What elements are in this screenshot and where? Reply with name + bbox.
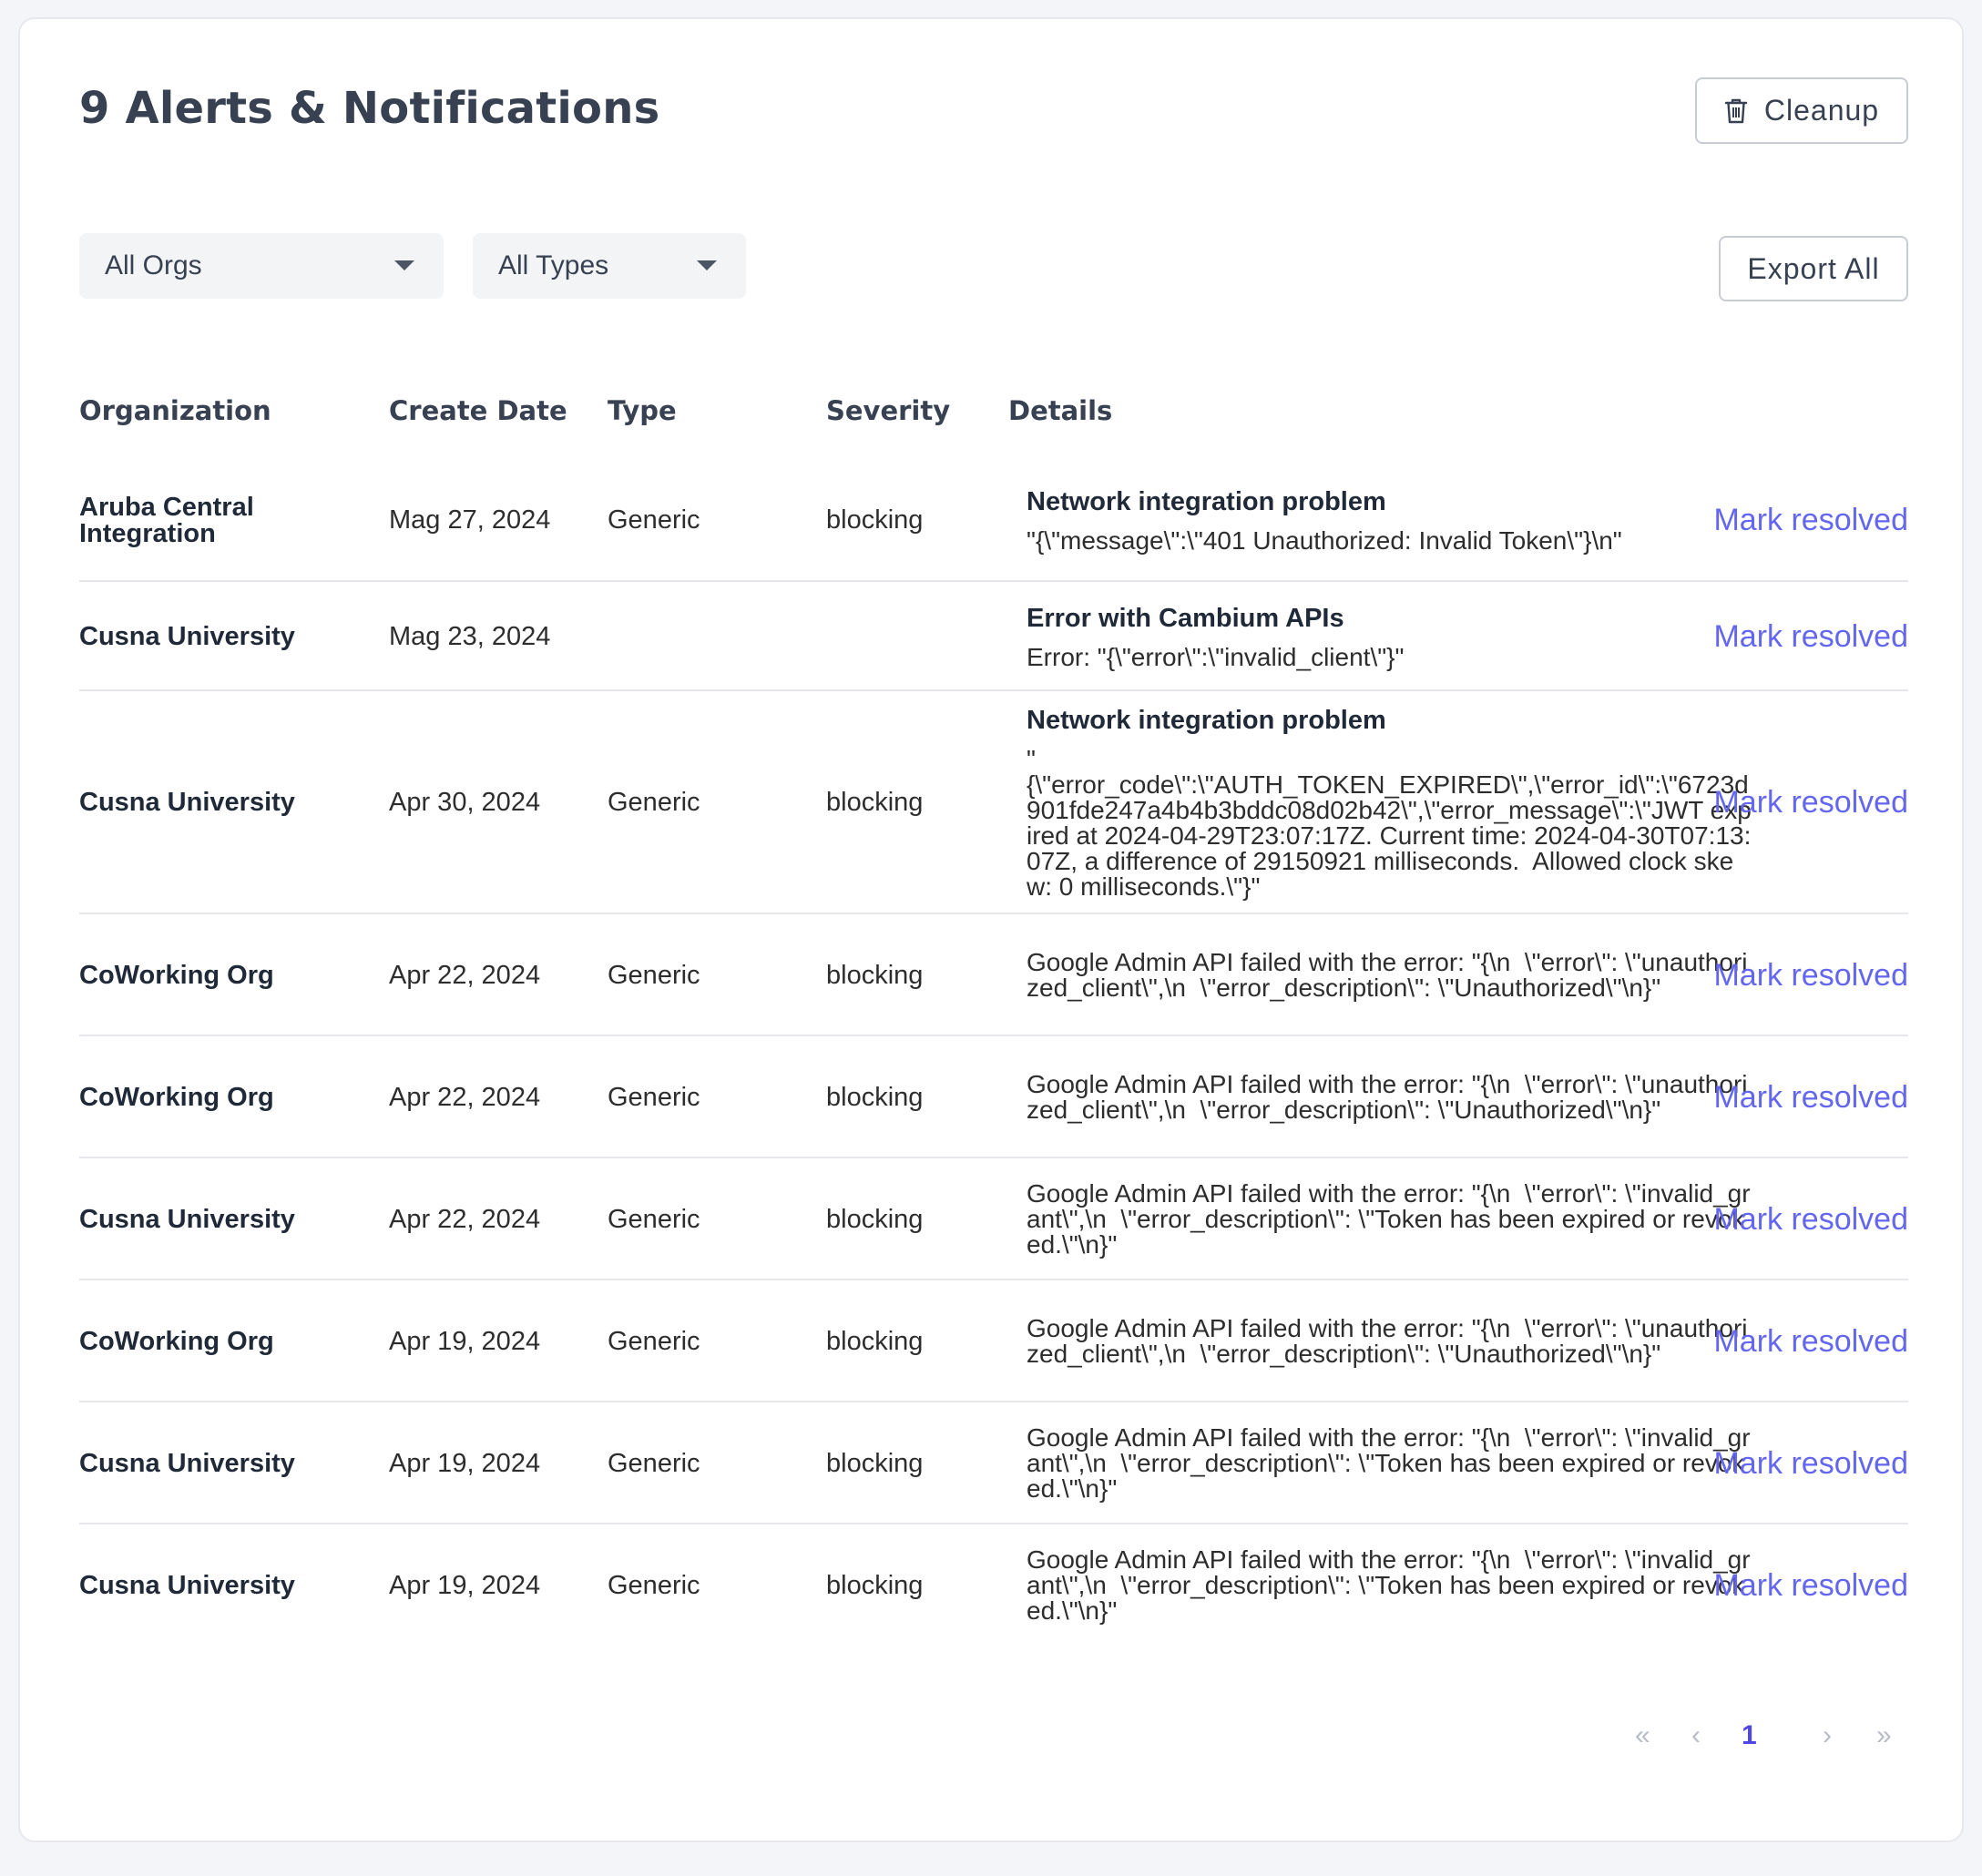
type-cell: Generic (608, 1326, 700, 1356)
severity-cell: blocking (826, 788, 924, 817)
column-header-type: Type (608, 395, 677, 426)
details-cell: Network integration problem "{\"message\"… (1027, 459, 1755, 582)
severity-cell: blocking (826, 505, 924, 535)
type-filter-select[interactable]: All Types (473, 233, 746, 299)
detail-text: Google Admin API failed with the error: … (1027, 948, 1748, 1002)
cleanup-button[interactable]: Cleanup (1695, 77, 1908, 144)
detail-title: Network integration problem (1027, 706, 1386, 735)
organization-cell: CoWorking Org (79, 960, 274, 990)
mark-resolved-link[interactable]: Mark resolved (1690, 1158, 1908, 1280)
chevron-right-icon[interactable]: › (1823, 1720, 1832, 1751)
detail-text: Google Admin API failed with the error: … (1027, 1314, 1748, 1368)
details-cell: Error with Cambium APIs Error: "{\"error\… (1027, 582, 1755, 691)
detail-text: Google Admin API failed with the error: … (1027, 1423, 1751, 1503)
type-cell: Generic (608, 960, 700, 990)
column-header-organization: Organization (79, 395, 271, 426)
type-cell: Generic (608, 1448, 700, 1478)
table-row: CoWorking Org Apr 22, 2024 Generic blocking… (79, 914, 1908, 1036)
type-cell: Generic (608, 1204, 700, 1234)
mark-resolved-link[interactable]: Mark resolved (1690, 1402, 1908, 1524)
organization-cell: Aruba Central Integration (79, 492, 254, 548)
type-filter-value: All Types (498, 250, 609, 280)
organization-cell: CoWorking Org (79, 1326, 274, 1356)
mark-resolved-link[interactable]: Mark resolved (1690, 1036, 1908, 1158)
table-row: CoWorking Org Apr 19, 2024 Generic blocking… (79, 1280, 1908, 1402)
create-date-cell: Apr 22, 2024 (389, 960, 541, 990)
org-filter-select[interactable]: All Orgs (79, 233, 444, 299)
create-date-cell: Apr 22, 2024 (389, 1204, 541, 1234)
current-page[interactable]: 1 (1742, 1720, 1757, 1751)
detail-title: Error with Cambium APIs (1027, 603, 1344, 633)
severity-cell: blocking (826, 1204, 924, 1234)
double-chevron-left-icon[interactable]: « (1635, 1720, 1650, 1751)
organization-cell: Cusna University (79, 788, 295, 817)
severity-cell: blocking (826, 1448, 924, 1478)
table-row: Cusna University Mag 23, 2024 Error with C… (79, 582, 1908, 691)
mark-resolved-link[interactable]: Mark resolved (1690, 1280, 1908, 1402)
caret-down-icon (697, 260, 717, 270)
create-date-cell: Apr 19, 2024 (389, 1448, 541, 1478)
table-row: CoWorking Org Apr 22, 2024 Generic blocking… (79, 1036, 1908, 1158)
organization-cell: Cusna University (79, 621, 295, 651)
page-title: 9 Alerts & Notifications (79, 83, 660, 134)
details-cell: Google Admin API failed with the error: … (1027, 1158, 1755, 1280)
type-cell: Generic (608, 1570, 700, 1600)
detail-text: " {\"error_code\":\"AUTH_TOKEN_EXPIRED\"… (1027, 745, 1752, 901)
detail-text: Google Admin API failed with the error: … (1027, 1545, 1751, 1625)
severity-cell: blocking (826, 1326, 924, 1356)
create-date-cell: Mag 27, 2024 (389, 505, 551, 535)
details-cell: Network integration problem " {\"error_co… (1027, 691, 1755, 914)
create-date-cell: Apr 19, 2024 (389, 1326, 541, 1356)
create-date-cell: Apr 30, 2024 (389, 788, 541, 817)
severity-cell (826, 582, 990, 691)
table-row: Cusna University Apr 22, 2024 Generic block… (79, 1158, 1908, 1280)
severity-cell: blocking (826, 1082, 924, 1112)
alerts-card: 9 Alerts & Notifications Cleanup All Org… (18, 17, 1964, 1842)
org-filter-value: All Orgs (105, 250, 202, 280)
create-date-cell: Mag 23, 2024 (389, 621, 551, 651)
mark-resolved-link[interactable]: Mark resolved (1690, 1524, 1908, 1647)
table-row: Cusna University Apr 30, 2024 Generic block… (79, 691, 1908, 914)
detail-text: Google Admin API failed with the error: … (1027, 1179, 1751, 1259)
type-cell (608, 582, 808, 691)
organization-cell: CoWorking Org (79, 1082, 274, 1112)
detail-text: Google Admin API failed with the error: … (1027, 1070, 1748, 1124)
table-row: Cusna University Apr 19, 2024 Generic block… (79, 1402, 1908, 1524)
mark-resolved-link[interactable]: Mark resolved (1690, 914, 1908, 1036)
type-cell: Generic (608, 1082, 700, 1112)
details-cell: Google Admin API failed with the error: … (1027, 914, 1755, 1036)
details-cell: Google Admin API failed with the error: … (1027, 1036, 1755, 1158)
column-header-severity: Severity (826, 395, 951, 426)
trash-icon (1724, 97, 1748, 125)
details-cell: Google Admin API failed with the error: … (1027, 1280, 1755, 1402)
type-cell: Generic (608, 788, 700, 817)
cleanup-label: Cleanup (1763, 94, 1880, 127)
detail-text: Error: "{\"error\":\"invalid_client\"}" (1027, 642, 1405, 671)
mark-resolved-link[interactable]: Mark resolved (1690, 582, 1908, 691)
create-date-cell: Apr 22, 2024 (389, 1082, 541, 1112)
organization-cell: Cusna University (79, 1448, 295, 1478)
details-cell: Google Admin API failed with the error: … (1027, 1524, 1755, 1647)
organization-cell: Cusna University (79, 1204, 295, 1234)
detail-title: Network integration problem (1027, 487, 1386, 516)
export-all-button[interactable]: Export All (1719, 236, 1908, 301)
table-row: Cusna University Apr 19, 2024 Generic block… (79, 1524, 1908, 1647)
caret-down-icon (394, 260, 414, 270)
details-cell: Google Admin API failed with the error: … (1027, 1402, 1755, 1524)
double-chevron-right-icon[interactable]: » (1876, 1720, 1892, 1751)
detail-text: "{\"message\":\"401 Unauthorized: Invali… (1027, 526, 1622, 555)
column-header-details: Details (1008, 395, 1113, 426)
create-date-cell: Apr 19, 2024 (389, 1570, 541, 1600)
severity-cell: blocking (826, 1570, 924, 1600)
organization-cell: Cusna University (79, 1570, 295, 1600)
severity-cell: blocking (826, 960, 924, 990)
chevron-left-icon[interactable]: ‹ (1691, 1720, 1701, 1751)
type-cell: Generic (608, 505, 700, 535)
mark-resolved-link[interactable]: Mark resolved (1690, 459, 1908, 582)
table-row: Aruba Central Integration Mag 27, 2024 Gen… (79, 459, 1908, 582)
column-header-create-date: Create Date (389, 395, 567, 426)
mark-resolved-link[interactable]: Mark resolved (1690, 691, 1908, 914)
